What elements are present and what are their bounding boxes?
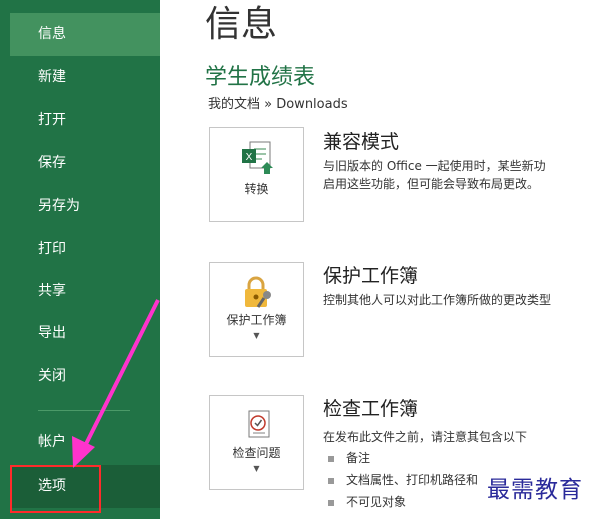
bullet-invisible-objects: 不可见对象 <box>328 494 406 510</box>
nav-close[interactable]: 关闭 <box>10 355 160 398</box>
compat-mode-desc-line1: 与旧版本的 Office 一起使用时，某些新功 <box>323 159 546 173</box>
inspect-workbook-title: 检查工作簿 <box>323 398 419 420</box>
protect-workbook-desc: 控制其他人可以对此工作簿所做的更改类型 <box>323 293 552 307</box>
check-issues-label: 检查问题 <box>232 446 281 460</box>
nav-account[interactable]: 帐户 <box>10 421 160 464</box>
protect-workbook-title: 保护工作簿 <box>323 265 419 287</box>
inspect-document-icon <box>248 410 270 438</box>
nav-save[interactable]: 保存 <box>10 142 160 185</box>
compat-mode-desc-line2: 启用这些功能，但可能会导致布局更改。 <box>323 177 540 191</box>
convert-button[interactable]: X 转换 <box>209 127 304 222</box>
document-title: 学生成绩表 <box>205 65 316 90</box>
bullet-text: 不可见对象 <box>346 495 407 509</box>
bullet-comments: 备注 <box>328 450 370 466</box>
excel-convert-icon: X <box>242 141 273 174</box>
nav-export[interactable]: 导出 <box>10 312 160 355</box>
bullet-doc-properties: 文档属性、打印机路径和 <box>328 472 478 488</box>
sidebar-divider <box>38 410 130 411</box>
nav-save-as[interactable]: 另存为 <box>10 185 160 228</box>
bullet-square-icon <box>328 455 334 462</box>
nav-share[interactable]: 共享 <box>10 270 160 313</box>
dropdown-caret-icon: ▼ <box>253 331 260 340</box>
lock-key-icon <box>245 276 271 308</box>
protect-workbook-label: 保护工作簿 <box>226 313 287 327</box>
watermark-text: 最需教育 <box>487 475 583 505</box>
protect-workbook-button[interactable]: 保护工作簿 ▼ <box>209 262 304 357</box>
convert-label: 转换 <box>244 182 269 196</box>
nav-open[interactable]: 打开 <box>10 99 160 142</box>
check-issues-button[interactable]: 检查问题 ▼ <box>209 395 304 490</box>
svg-text:X: X <box>246 152 253 163</box>
page-title: 信息 <box>205 4 278 45</box>
nav-info[interactable]: 信息 <box>10 13 160 56</box>
dropdown-caret-icon: ▼ <box>253 464 260 473</box>
nav-new[interactable]: 新建 <box>10 56 160 99</box>
bullet-square-icon <box>328 477 334 484</box>
nav-print[interactable]: 打印 <box>10 228 160 271</box>
compat-mode-title: 兼容模式 <box>323 131 400 153</box>
bullet-text: 备注 <box>346 451 371 465</box>
bullet-text: 文档属性、打印机路径和 <box>346 473 479 487</box>
options-highlight-box <box>10 465 101 513</box>
bullet-square-icon <box>328 499 334 506</box>
inspect-workbook-desc: 在发布此文件之前，请注意其包含以下 <box>323 430 528 444</box>
backstage-sidebar: 信息 新建 打开 保存 另存为 打印 共享 导出 关闭 帐户 选项 <box>0 0 160 519</box>
breadcrumb[interactable]: 我的文档 » Downloads <box>208 96 348 114</box>
info-pane: 信息 学生成绩表 我的文档 » Downloads X 转换 兼容模式 与旧版本… <box>160 0 610 519</box>
